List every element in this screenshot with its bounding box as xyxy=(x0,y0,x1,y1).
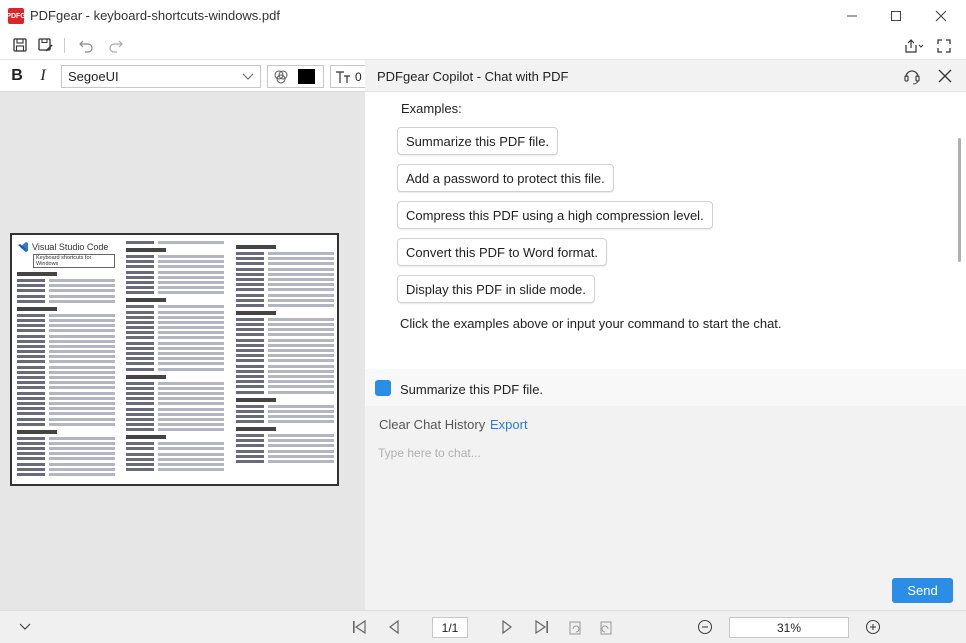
rotate-left-icon xyxy=(569,621,581,635)
status-bar: 1/1 31% xyxy=(0,610,966,643)
zoom-out-icon xyxy=(697,619,713,635)
copilot-title: PDFgear Copilot - Chat with PDF xyxy=(377,69,569,84)
example-summarize-button[interactable]: Summarize this PDF file. xyxy=(397,127,559,155)
vscode-logo-icon xyxy=(18,242,28,252)
save-icon xyxy=(13,38,27,52)
panel-toggle-button[interactable] xyxy=(13,615,37,639)
example-compress-button[interactable]: Compress this PDF using a high compressi… xyxy=(397,201,713,229)
user-avatar xyxy=(375,380,391,396)
zoom-out-button[interactable] xyxy=(693,615,717,639)
last-page-button[interactable] xyxy=(530,615,554,639)
pdf-page-thumbnail[interactable]: Visual Studio Code Keyboard shortcuts fo… xyxy=(10,233,339,486)
clear-chat-history-button[interactable]: Clear Chat History xyxy=(379,417,485,432)
page-number-input[interactable]: 1/1 xyxy=(432,617,468,638)
fullscreen-button[interactable] xyxy=(932,34,956,58)
example-slide-mode-button[interactable]: Display this PDF in slide mode. xyxy=(397,275,595,303)
copilot-examples-panel: Examples: Summarize this PDF file. Add a… xyxy=(365,92,966,369)
save-as-icon xyxy=(38,38,53,52)
title-bar: PDFG PDFgear - keyboard-shortcuts-window… xyxy=(0,0,966,31)
examples-hint: Click the examples above or input your c… xyxy=(400,316,782,331)
pdf-column-2 xyxy=(126,241,224,473)
app-logo: PDFG xyxy=(6,8,26,24)
previous-page-button[interactable] xyxy=(382,615,406,639)
pdf-doc-subtitle: Keyboard shortcuts for Windows xyxy=(33,254,115,268)
pdf-column-3 xyxy=(236,241,334,465)
user-message-text: Summarize this PDF file. xyxy=(400,382,544,397)
first-page-button[interactable] xyxy=(347,615,371,639)
example-convert-word-button[interactable]: Convert this PDF to Word format. xyxy=(397,238,607,266)
last-page-icon xyxy=(535,619,548,635)
first-page-icon xyxy=(353,619,366,635)
minimize-icon xyxy=(847,15,857,17)
headset-icon xyxy=(904,70,920,85)
share-icon xyxy=(905,39,924,53)
chat-scrollbar[interactable] xyxy=(958,138,961,262)
text-color-picker[interactable] xyxy=(267,65,324,88)
close-icon xyxy=(938,69,952,83)
send-button[interactable]: Send xyxy=(892,578,953,603)
maximize-icon xyxy=(891,11,901,21)
next-page-icon xyxy=(502,619,512,635)
chevron-down-icon xyxy=(242,73,254,80)
zoom-level-input[interactable]: 31% xyxy=(729,617,849,638)
rotate-left-button[interactable] xyxy=(563,615,587,639)
chevron-down-icon xyxy=(19,623,31,630)
zoom-in-icon xyxy=(865,619,881,635)
maximize-button[interactable] xyxy=(884,4,908,28)
chat-input[interactable] xyxy=(365,437,966,610)
rotate-right-button[interactable] xyxy=(594,615,618,639)
font-size-control[interactable]: 0 xyxy=(330,65,366,88)
save-as-button[interactable] xyxy=(33,33,57,57)
color-palette-icon xyxy=(274,70,288,84)
close-copilot-button[interactable] xyxy=(933,64,957,88)
previous-page-icon xyxy=(389,619,399,635)
rotate-right-icon xyxy=(600,621,612,635)
window-title: PDFgear - keyboard-shortcuts-windows.pdf xyxy=(30,8,280,23)
pdf-doc-header: Visual Studio Code xyxy=(17,241,115,253)
redo-button[interactable] xyxy=(104,33,128,57)
examples-label: Examples: xyxy=(401,101,462,116)
italic-button[interactable]: I xyxy=(31,64,55,88)
export-button[interactable]: Export xyxy=(490,417,528,432)
font-size-value: 0 xyxy=(355,70,362,84)
toolbar-divider xyxy=(64,38,65,53)
font-family-value: SegoeUI xyxy=(68,69,119,84)
share-button[interactable] xyxy=(900,34,928,58)
bold-button[interactable]: B xyxy=(5,64,29,88)
font-size-icon xyxy=(336,71,350,83)
pdf-doc-title: Visual Studio Code xyxy=(32,242,109,252)
close-icon xyxy=(935,10,947,22)
color-swatch xyxy=(298,69,315,84)
next-page-button[interactable] xyxy=(495,615,519,639)
chat-message-user: Summarize this PDF file. xyxy=(365,369,966,406)
font-family-select[interactable]: SegoeUI xyxy=(61,65,261,88)
main-toolbar xyxy=(0,31,966,60)
pdf-column-1: Visual Studio Code Keyboard shortcuts fo… xyxy=(17,241,115,478)
undo-button[interactable] xyxy=(74,33,98,57)
zoom-in-button[interactable] xyxy=(861,615,885,639)
save-button[interactable] xyxy=(8,33,32,57)
document-canvas[interactable]: Visual Studio Code Keyboard shortcuts fo… xyxy=(0,92,365,610)
fullscreen-icon xyxy=(937,39,951,53)
copilot-header: PDFgear Copilot - Chat with PDF xyxy=(365,60,966,92)
minimize-button[interactable] xyxy=(840,4,864,28)
undo-icon xyxy=(79,40,93,53)
close-window-button[interactable] xyxy=(929,4,953,28)
support-button[interactable] xyxy=(900,64,924,88)
chat-actions-row: Clear Chat History Export xyxy=(365,406,966,437)
text-format-bar: B I SegoeUI 0 xyxy=(0,60,366,92)
redo-icon xyxy=(109,40,123,53)
example-password-button[interactable]: Add a password to protect this file. xyxy=(397,164,614,192)
